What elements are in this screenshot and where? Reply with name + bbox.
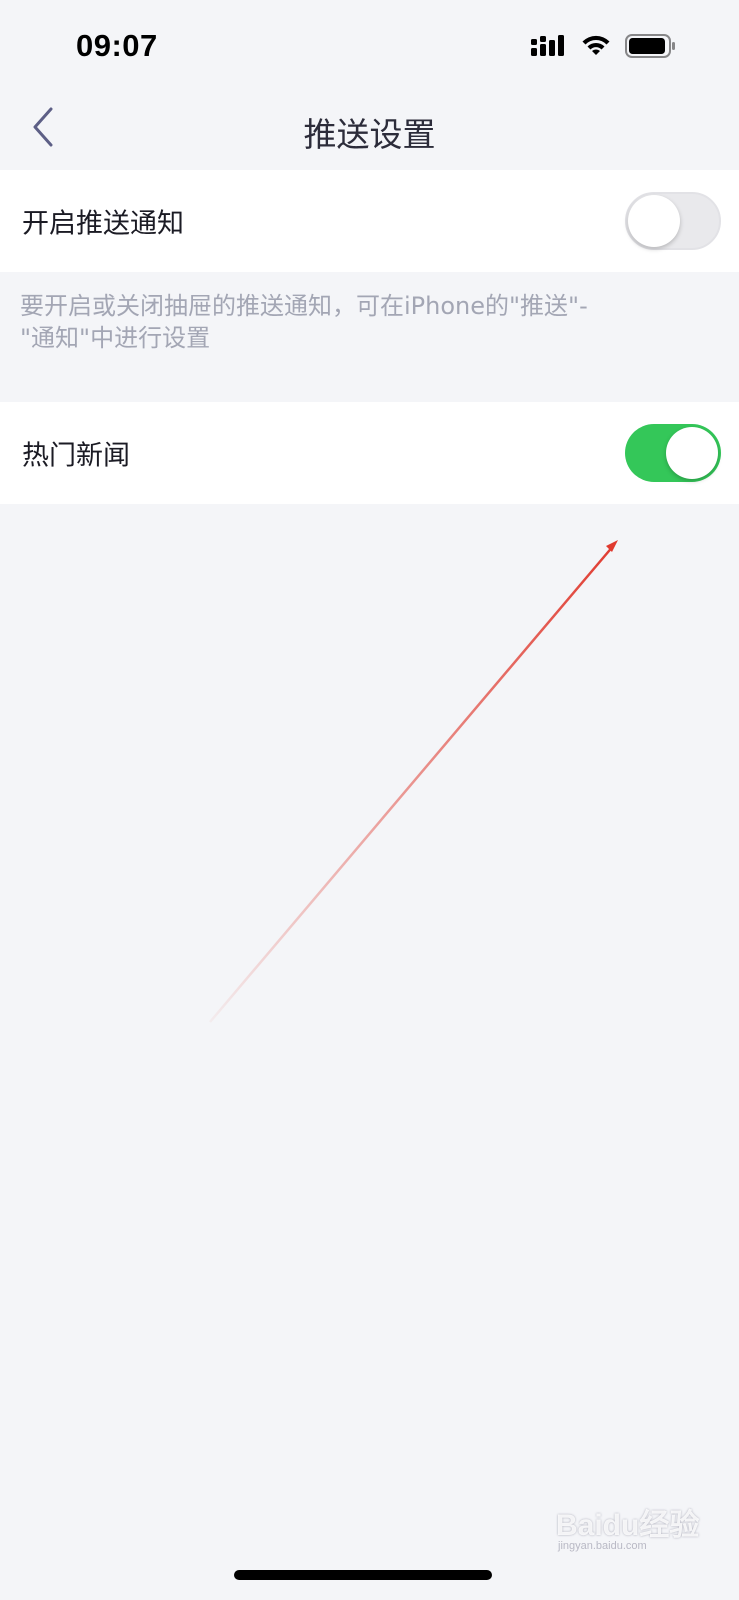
setting-label-push-notifications: 开启推送通知 — [22, 208, 184, 240]
toggle-knob — [666, 427, 718, 479]
setting-row-push-notifications: 开启推送通知 — [0, 170, 739, 272]
navigation-bar: 推送设置 — [0, 90, 739, 170]
status-bar: 09:07 — [0, 0, 739, 90]
baidu-watermark: Baidu经验 — [556, 1509, 700, 1542]
page-title: 推送设置 — [303, 115, 436, 154]
setting-row-hot-news: 热门新闻 — [0, 402, 739, 504]
status-icons — [531, 34, 677, 58]
push-notifications-toggle[interactable] — [625, 192, 721, 250]
baidu-watermark-sub: jingyan.baidu.com — [558, 1540, 647, 1552]
home-indicator — [234, 1570, 492, 1580]
battery-icon — [625, 34, 675, 58]
toggle-knob — [628, 195, 680, 247]
cellular-signal-icon — [531, 35, 564, 56]
push-settings-hint: 要开启或关闭抽屉的推送通知，可在iPhone的"推送"-"通知"中进行设置 — [20, 292, 588, 352]
status-time: 09:07 — [76, 28, 158, 63]
hot-news-toggle[interactable] — [625, 424, 721, 482]
wifi-icon — [582, 35, 610, 55]
setting-label-hot-news: 热门新闻 — [22, 440, 130, 472]
